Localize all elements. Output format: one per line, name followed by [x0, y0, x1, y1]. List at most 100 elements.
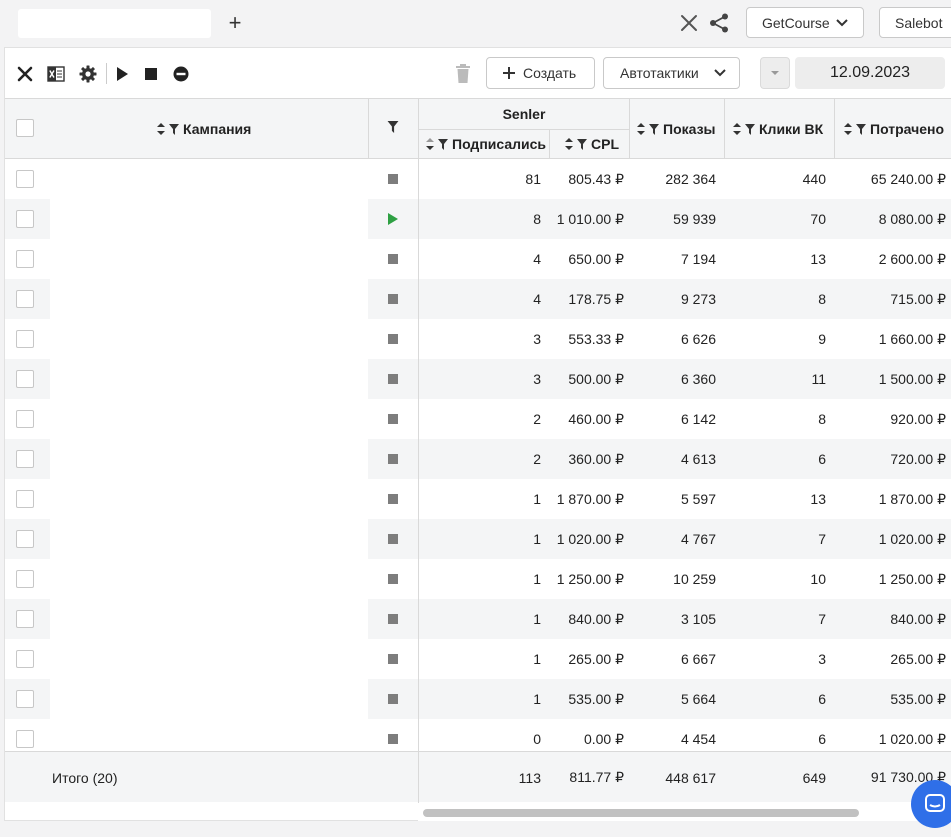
date-preset-dropdown[interactable] [760, 57, 790, 89]
row-checkbox[interactable] [16, 730, 34, 748]
table-row[interactable]: 1 535.00 ₽ 5 664 6 535.00 ₽ [5, 679, 951, 719]
clicks-cell: 10 [810, 571, 826, 587]
table-row[interactable]: 8 1 010.00 ₽ 59 939 70 8 080.00 ₽ [5, 199, 951, 239]
tab-name-field[interactable] [18, 9, 211, 38]
table-row[interactable]: 1 840.00 ₽ 3 105 7 840.00 ₽ [5, 599, 951, 639]
minus-circle-icon[interactable] [171, 64, 191, 84]
row-checkbox[interactable] [16, 210, 34, 228]
status-cell[interactable] [368, 279, 418, 319]
row-checkbox[interactable] [16, 650, 34, 668]
select-all-checkbox[interactable] [16, 119, 34, 137]
campaign-cell[interactable] [50, 399, 368, 439]
add-tab-button[interactable]: + [224, 10, 246, 35]
column-cpl[interactable]: CPL [565, 129, 619, 159]
campaign-cell[interactable] [50, 239, 368, 279]
table-row[interactable]: 1 1 020.00 ₽ 4 767 7 1 020.00 ₽ [5, 519, 951, 559]
play-icon[interactable] [112, 64, 132, 84]
status-cell[interactable] [368, 359, 418, 399]
row-checkbox[interactable] [16, 250, 34, 268]
scrollbar-thumb[interactable] [423, 809, 859, 817]
table-row[interactable]: 1 265.00 ₽ 6 667 3 265.00 ₽ [5, 639, 951, 679]
row-checkbox[interactable] [16, 610, 34, 628]
status-cell[interactable] [368, 519, 418, 559]
table-row[interactable]: 4 178.75 ₽ 9 273 8 715.00 ₽ [5, 279, 951, 319]
status-cell[interactable] [368, 319, 418, 359]
gear-icon[interactable] [78, 64, 98, 84]
subscribed-cell: 2 [533, 451, 541, 467]
autotactics-dropdown[interactable]: Автотактики [603, 57, 740, 89]
table-row[interactable]: 1 1 870.00 ₽ 5 597 13 1 870.00 ₽ [5, 479, 951, 519]
cpl-header-label: CPL [591, 136, 619, 152]
horizontal-scrollbar[interactable] [418, 803, 951, 821]
impressions-cell: 5 597 [680, 491, 716, 507]
campaign-cell[interactable] [50, 679, 368, 719]
row-checkbox[interactable] [16, 530, 34, 548]
stop-icon[interactable] [141, 64, 161, 84]
date-field[interactable]: 12.09.2023 [795, 57, 945, 89]
row-checkbox[interactable] [16, 410, 34, 428]
column-subscribed[interactable]: Подписались [426, 129, 546, 159]
column-spent[interactable]: Потрачено [844, 99, 944, 159]
row-checkbox[interactable] [16, 170, 34, 188]
table-row[interactable]: 2 360.00 ₽ 4 613 6 720.00 ₽ [5, 439, 951, 479]
campaign-cell[interactable] [50, 159, 368, 199]
status-cell[interactable] [368, 479, 418, 519]
column-impressions[interactable]: Показы [637, 99, 716, 159]
clicks-cell: 3 [818, 651, 826, 667]
campaign-cell[interactable] [50, 439, 368, 479]
status-cell[interactable] [368, 599, 418, 639]
totals-label: Итого (20) [52, 769, 118, 786]
status-cell[interactable] [368, 559, 418, 599]
row-checkbox[interactable] [16, 490, 34, 508]
campaign-cell[interactable] [50, 639, 368, 679]
spent-cell: 1 500.00 ₽ [878, 370, 946, 387]
row-checkbox[interactable] [16, 290, 34, 308]
status-cell[interactable] [368, 639, 418, 679]
campaign-cell[interactable] [50, 199, 368, 239]
campaign-cell[interactable] [50, 599, 368, 639]
close-icon[interactable] [679, 13, 699, 33]
stopped-status-icon [388, 414, 398, 424]
stopped-status-icon [388, 734, 398, 744]
share-icon[interactable] [708, 12, 730, 34]
excel-export-icon[interactable] [46, 64, 66, 84]
campaigns-panel: Создать Автотактики 12.09.2023 Кампания [4, 47, 951, 821]
trash-icon[interactable] [453, 64, 473, 84]
column-clicks-vk[interactable]: Клики ВК [733, 99, 823, 159]
status-cell[interactable] [368, 199, 418, 239]
table-row[interactable]: 4 650.00 ₽ 7 194 13 2 600.00 ₽ [5, 239, 951, 279]
create-button[interactable]: Создать [486, 57, 595, 89]
status-cell[interactable] [368, 439, 418, 479]
table-row[interactable]: 2 460.00 ₽ 6 142 8 920.00 ₽ [5, 399, 951, 439]
row-checkbox[interactable] [16, 690, 34, 708]
subscribed-cell: 1 [533, 571, 541, 587]
getcourse-button[interactable]: GetCourse [746, 7, 864, 38]
campaign-cell[interactable] [50, 479, 368, 519]
status-cell[interactable] [368, 159, 418, 199]
row-checkbox[interactable] [16, 370, 34, 388]
spent-cell: 1 660.00 ₽ [878, 330, 946, 347]
row-checkbox[interactable] [16, 450, 34, 468]
cpl-cell: 178.75 ₽ [568, 290, 624, 307]
status-cell[interactable] [368, 239, 418, 279]
campaign-cell[interactable] [50, 279, 368, 319]
campaign-cell[interactable] [50, 559, 368, 599]
campaign-cell[interactable] [50, 319, 368, 359]
status-filter-icon[interactable] [387, 121, 399, 133]
table-row[interactable]: 81 805.43 ₽ 282 364 440 65 240.00 ₽ [5, 159, 951, 199]
column-campaign[interactable]: Кампания [157, 99, 251, 159]
campaign-cell[interactable] [50, 359, 368, 399]
table-row[interactable]: 3 553.33 ₽ 6 626 9 1 660.00 ₽ [5, 319, 951, 359]
row-checkbox[interactable] [16, 330, 34, 348]
campaign-cell[interactable] [50, 519, 368, 559]
status-cell[interactable] [368, 679, 418, 719]
sort-icon [637, 123, 645, 135]
impressions-cell: 7 194 [680, 251, 716, 267]
row-checkbox[interactable] [16, 570, 34, 588]
chat-widget-button[interactable] [911, 780, 951, 828]
salebot-button[interactable]: Salebot [879, 7, 951, 38]
table-row[interactable]: 3 500.00 ₽ 6 360 11 1 500.00 ₽ [5, 359, 951, 399]
status-cell[interactable] [368, 399, 418, 439]
table-row[interactable]: 1 1 250.00 ₽ 10 259 10 1 250.00 ₽ [5, 559, 951, 599]
close-icon[interactable] [15, 64, 35, 84]
